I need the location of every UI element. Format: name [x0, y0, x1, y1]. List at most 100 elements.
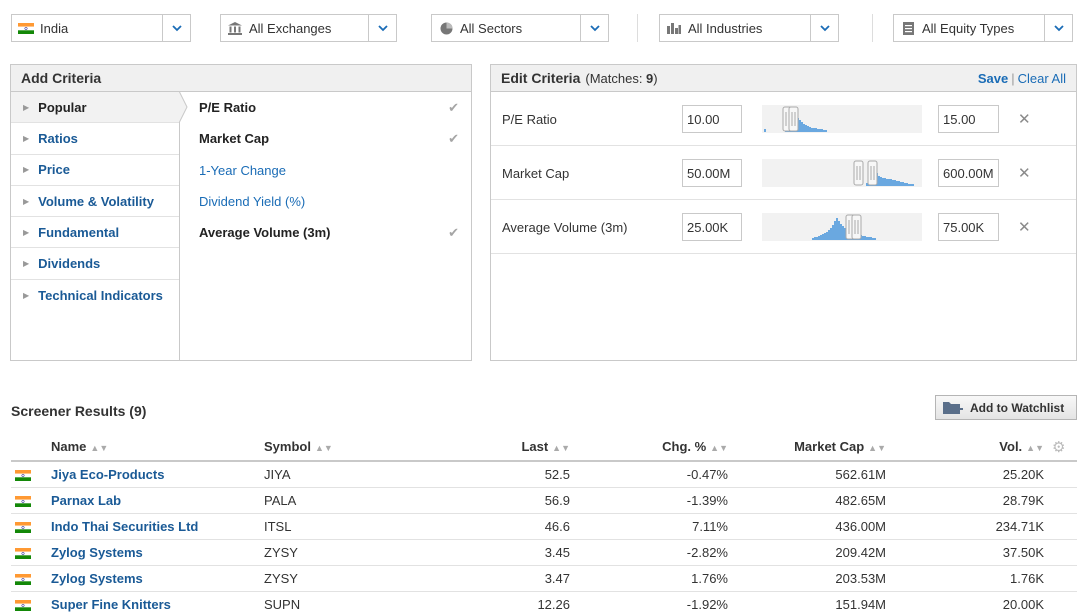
settings-gear-icon[interactable]: ⚙: [1048, 433, 1077, 462]
menu-item-technical-indicators[interactable]: ▶ Technical Indicators: [11, 280, 179, 311]
market-cap: 151.94M: [732, 591, 890, 616]
menu-item-fundamental[interactable]: ▶ Fundamental: [11, 217, 179, 249]
menu-item-dividends[interactable]: ▶ Dividends: [11, 248, 179, 280]
column-header-name[interactable]: Name ▲▼: [47, 433, 260, 462]
criteria-item-dividend-yield[interactable]: Dividend Yield (%): [181, 186, 471, 217]
stock-symbol: ITSL: [260, 513, 407, 540]
equity-type-filter[interactable]: All Equity Types: [893, 14, 1073, 42]
sort-icon: ▲▼: [1026, 443, 1044, 453]
filter-divider: [872, 14, 873, 42]
menu-item-price[interactable]: ▶ Price: [11, 155, 179, 186]
remove-x-icon[interactable]: ✕: [1018, 92, 1031, 146]
chevron-down-icon[interactable]: [1044, 15, 1072, 41]
table-row[interactable]: Jiya Eco-Products JIYA 52.5 -0.47% 562.61M 25…: [11, 461, 1077, 488]
add-to-watchlist-button[interactable]: Add to Watchlist: [935, 395, 1077, 420]
sector-filter[interactable]: All Sectors: [431, 14, 609, 42]
industry-filter-label: All Industries: [688, 20, 763, 36]
stock-symbol: ZYSY: [260, 565, 407, 592]
exchange-building-icon: [221, 21, 249, 35]
menu-item-volume-volatility[interactable]: ▶ Volume & Volatility: [11, 186, 179, 218]
save-link[interactable]: Save: [978, 71, 1008, 86]
criteria-item-market-cap[interactable]: Market Cap ✔: [181, 123, 471, 154]
max-value-input[interactable]: 75.00K: [938, 213, 999, 241]
stock-name-link[interactable]: Jiya Eco-Products: [47, 461, 260, 488]
stock-name-link[interactable]: Parnax Lab: [47, 487, 260, 514]
arrow-right-icon: ▶: [23, 165, 30, 175]
menu-item-label: Fundamental: [38, 224, 120, 240]
volume: 20.00K: [890, 591, 1048, 616]
column-header-market-cap[interactable]: Market Cap ▲▼: [732, 433, 890, 462]
criteria-label: Dividend Yield (%): [199, 194, 306, 210]
last-price: 12.26: [407, 591, 574, 616]
stock-name-link[interactable]: Zylog Systems: [47, 539, 260, 566]
criteria-row-label: Average Volume (3m): [502, 219, 628, 235]
market-cap: 203.53M: [732, 565, 890, 592]
chevron-down-icon[interactable]: [580, 15, 608, 41]
sort-icon: ▲▼: [710, 443, 728, 453]
stock-name-link[interactable]: Super Fine Knitters: [47, 591, 260, 616]
menu-item-popular[interactable]: ▶ Popular: [11, 91, 188, 124]
min-value-input[interactable]: 50.00M: [682, 159, 742, 187]
stock-name-link[interactable]: Indo Thai Securities Ltd: [47, 513, 260, 540]
column-header-symbol[interactable]: Symbol ▲▼: [260, 433, 407, 462]
table-row[interactable]: Super Fine Knitters SUPN 12.26 -1.92% 151.94…: [11, 591, 1077, 616]
max-value-input[interactable]: 600.00M: [938, 159, 999, 187]
chevron-down-icon[interactable]: [162, 15, 190, 41]
exchange-filter[interactable]: All Exchanges: [220, 14, 397, 42]
chevron-down-icon[interactable]: [368, 15, 396, 41]
last-price: 52.5: [407, 461, 574, 488]
table-header-row: Name ▲▼ Symbol ▲▼ Last ▲▼ Chg. % ▲▼ Market C…: [11, 433, 1077, 462]
remove-x-icon[interactable]: ✕: [1018, 200, 1031, 254]
exchange-filter-label: All Exchanges: [249, 20, 332, 36]
market-cap: 436.00M: [732, 513, 890, 540]
clear-all-link[interactable]: Clear All: [1018, 71, 1066, 86]
industry-filter[interactable]: All Industries: [659, 14, 839, 42]
remove-x-icon[interactable]: ✕: [1018, 146, 1031, 200]
max-value-input[interactable]: 15.00: [938, 105, 999, 133]
india-flag-icon: [12, 22, 40, 34]
min-value-input[interactable]: 25.00K: [682, 213, 742, 241]
arrow-right-icon: ▶: [23, 133, 30, 143]
table-row[interactable]: Zylog Systems ZYSY 3.47 1.76% 203.53M 1.76K: [11, 565, 1077, 592]
criteria-row-average-volume: Average Volume (3m) 25.00K 75.00K ✕: [491, 200, 1076, 254]
table-row[interactable]: Parnax Lab PALA 56.9 -1.39% 482.65M 28.79K: [11, 487, 1077, 514]
sort-icon: ▲▼: [314, 443, 333, 453]
criteria-item-pe-ratio[interactable]: P/E Ratio ✔: [181, 92, 471, 123]
table-row[interactable]: Zylog Systems ZYSY 3.45 -2.82% 209.42M 37.50K: [11, 539, 1077, 566]
change-percent: -2.82%: [574, 539, 732, 566]
action-separator: |: [1011, 70, 1015, 86]
range-slider[interactable]: [762, 213, 922, 241]
range-slider[interactable]: [762, 159, 922, 187]
arrow-right-icon: ▶: [23, 259, 30, 269]
criteria-item-average-volume[interactable]: Average Volume (3m) ✔: [181, 217, 471, 248]
criteria-row-pe-ratio: P/E Ratio 10.00 15.00 ✕: [491, 92, 1076, 146]
change-percent: -1.39%: [574, 487, 732, 514]
country-filter[interactable]: India: [11, 14, 191, 42]
edit-criteria-panel: Edit Criteria (Matches: 9) Save | Clear Al…: [490, 64, 1077, 361]
sector-filter-label: All Sectors: [460, 20, 523, 36]
criteria-row-market-cap: Market Cap 50.00M 600.00M ✕: [491, 146, 1076, 200]
criteria-list: P/E Ratio ✔ Market Cap ✔ 1-Year Change D…: [181, 92, 471, 248]
range-slider[interactable]: [762, 105, 922, 133]
stock-symbol: ZYSY: [260, 539, 407, 566]
menu-item-label: Ratios: [38, 130, 78, 146]
volume: 25.20K: [890, 461, 1048, 488]
menu-item-ratios[interactable]: ▶ Ratios: [11, 123, 179, 155]
filter-divider: [637, 14, 638, 42]
flag-column-header: [11, 433, 47, 462]
india-flag-icon: [11, 487, 47, 514]
change-percent: 7.11%: [574, 513, 732, 540]
volume: 37.50K: [890, 539, 1048, 566]
column-header-last[interactable]: Last ▲▼: [407, 433, 574, 462]
stock-name-link[interactable]: Zylog Systems: [47, 565, 260, 592]
market-cap: 209.42M: [732, 539, 890, 566]
stock-symbol: JIYA: [260, 461, 407, 488]
column-header-vol[interactable]: Vol. ▲▼: [890, 433, 1048, 462]
criteria-item-1-year-change[interactable]: 1-Year Change: [181, 155, 471, 186]
chevron-down-icon[interactable]: [810, 15, 838, 41]
min-value-input[interactable]: 10.00: [682, 105, 742, 133]
column-header-chg[interactable]: Chg. % ▲▼: [574, 433, 732, 462]
table-row[interactable]: Indo Thai Securities Ltd ITSL 46.6 7.11% 436…: [11, 513, 1077, 540]
checkmark-icon: ✔: [448, 224, 459, 240]
edit-criteria-title: Edit Criteria: [501, 70, 581, 86]
